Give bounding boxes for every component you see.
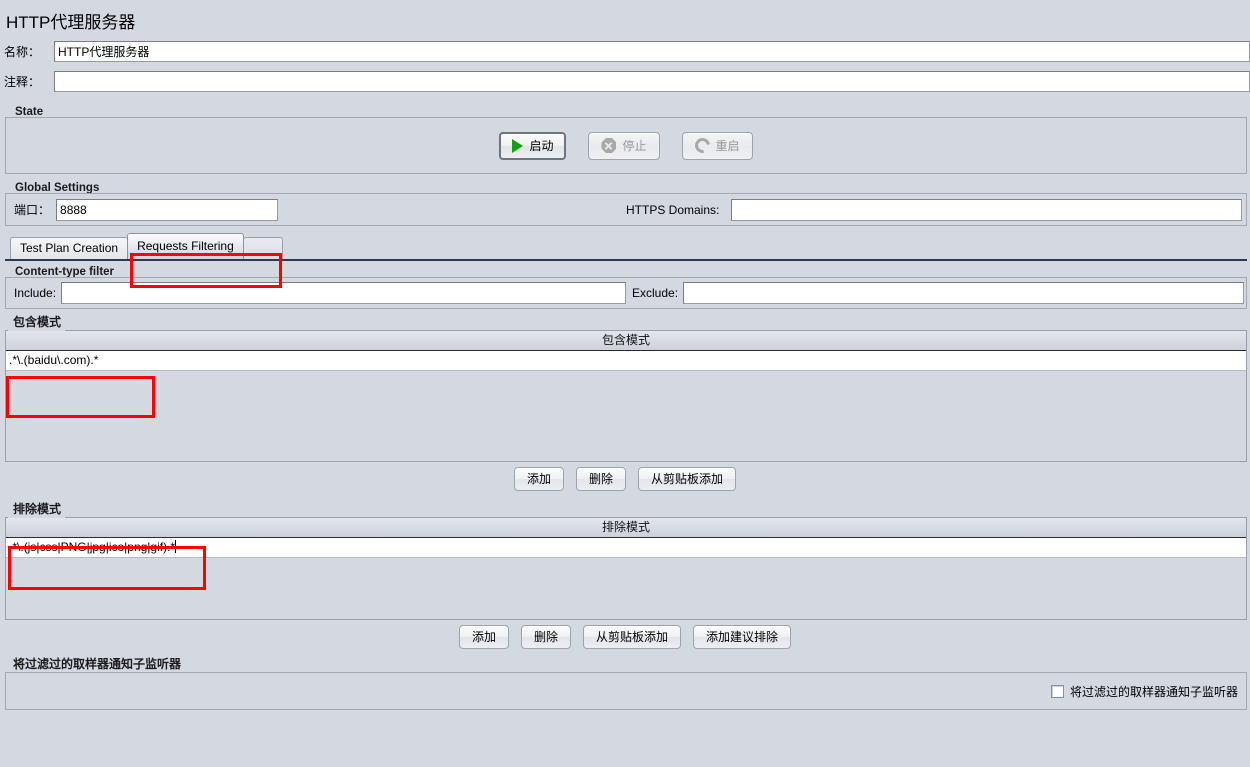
content-type-filter-group: Content-type filter Include: Exclude: — [0, 264, 1250, 309]
state-group-body: 启动 停止 重启 — [5, 117, 1247, 174]
include-delete-button[interactable]: 删除 — [575, 467, 626, 491]
name-label: 名称： — [4, 44, 41, 59]
exclude-add-button[interactable]: 添加 — [458, 625, 509, 649]
stop-icon — [601, 138, 617, 153]
tab-requests-filtering-label: Requests Filtering — [137, 239, 234, 253]
text-caret — [175, 540, 177, 553]
port-input[interactable] — [56, 198, 279, 221]
exclude-patterns-buttons: 添加 删除 从剪贴板添加 添加建议排除 — [0, 620, 1250, 654]
include-patterns-column-header: 包含模式 — [6, 331, 1246, 351]
tabstrip-filler — [242, 237, 283, 259]
notify-listeners-body: 将过滤过的取样器通知子监听器 — [5, 672, 1247, 710]
name-input[interactable] — [54, 40, 1250, 62]
comment-input[interactable] — [54, 70, 1250, 92]
include-patterns-title: 包含模式 — [8, 312, 66, 331]
exclude-content-type-input[interactable] — [683, 282, 1244, 304]
global-settings-group: Global Settings 端口： HTTPS Domains: — [0, 180, 1250, 226]
tabstrip: Test Plan Creation Requests Filtering — [10, 232, 1250, 259]
exclude-patterns-group: 排除模式 排除模式 .*\.(js|css|PNG|jpg|ico|png|gi… — [0, 499, 1250, 654]
include-add-button[interactable]: 添加 — [513, 467, 564, 491]
table-row[interactable]: .*\.(baidu\.com).* — [6, 351, 1246, 371]
include-add-from-clipboard-button[interactable]: 从剪贴板添加 — [638, 467, 737, 491]
https-domains-label: HTTPS Domains: — [626, 202, 720, 217]
restart-icon — [691, 135, 713, 156]
include-content-type-label: Include: — [14, 286, 57, 300]
start-button-label: 启动 — [529, 139, 554, 153]
start-button[interactable]: 启动 — [499, 131, 567, 160]
content-type-filter-body: Include: Exclude: — [5, 277, 1247, 309]
state-group: State 启动 停止 重启 — [0, 104, 1250, 174]
restart-button[interactable]: 重启 — [681, 131, 753, 160]
exclude-pattern-text: .*\.(js|css|PNG|jpg|ico|png|gif).* — [9, 540, 176, 554]
include-patterns-group: 包含模式 包含模式 .*\.(baidu\.com).* 添加 删除 从剪贴板添… — [0, 312, 1250, 496]
include-patterns-buttons: 添加 删除 从剪贴板添加 — [0, 462, 1250, 496]
comment-label: 注释： — [4, 74, 41, 89]
notify-listeners-group: 将过滤过的取样器通知子监听器 将过滤过的取样器通知子监听器 — [0, 654, 1250, 710]
http-proxy-server-panel: HTTP代理服务器 名称： 注释： State 启动 停止 — [0, 0, 1250, 767]
include-content-type-input[interactable] — [61, 282, 626, 304]
include-patterns-table: 包含模式 .*\.(baidu\.com).* — [5, 330, 1247, 462]
exclude-patterns-title: 排除模式 — [8, 499, 66, 518]
restart-button-label: 重启 — [715, 139, 740, 153]
global-settings-group-body: 端口： HTTPS Domains: — [5, 193, 1247, 226]
page-title: HTTP代理服务器 — [0, 0, 1250, 36]
exclude-patterns-table: 排除模式 .*\.(js|css|PNG|jpg|ico|png|gif).* — [5, 517, 1247, 620]
tab-test-plan-creation-label: Test Plan Creation — [20, 241, 119, 255]
exclude-add-suggested-button[interactable]: 添加建议排除 — [693, 625, 792, 649]
stop-button-label: 停止 — [622, 139, 647, 153]
exclude-delete-button[interactable]: 删除 — [520, 625, 571, 649]
tab-requests-filtering[interactable]: Requests Filtering — [127, 233, 244, 259]
exclude-content-type-label: Exclude: — [632, 286, 679, 300]
table-row[interactable]: .*\.(js|css|PNG|jpg|ico|png|gif).* — [6, 538, 1246, 558]
notify-listeners-title: 将过滤过的取样器通知子监听器 — [8, 654, 186, 673]
notify-listeners-checkbox-label: 将过滤过的取样器通知子监听器 — [1069, 684, 1238, 699]
exclude-add-from-clipboard-button[interactable]: 从剪贴板添加 — [583, 625, 682, 649]
comment-row: 注释： — [0, 66, 1250, 96]
name-row: 名称： — [0, 36, 1250, 66]
notify-listeners-checkbox[interactable] — [1050, 684, 1064, 698]
play-icon — [512, 138, 524, 153]
port-label: 端口： — [14, 203, 51, 217]
include-patterns-empty-area — [6, 371, 1246, 461]
stop-button[interactable]: 停止 — [588, 131, 660, 160]
exclude-patterns-column-header: 排除模式 — [6, 518, 1246, 538]
https-domains-input[interactable] — [731, 198, 1242, 221]
tab-test-plan-creation[interactable]: Test Plan Creation — [10, 237, 129, 259]
exclude-patterns-empty-area — [6, 558, 1246, 619]
